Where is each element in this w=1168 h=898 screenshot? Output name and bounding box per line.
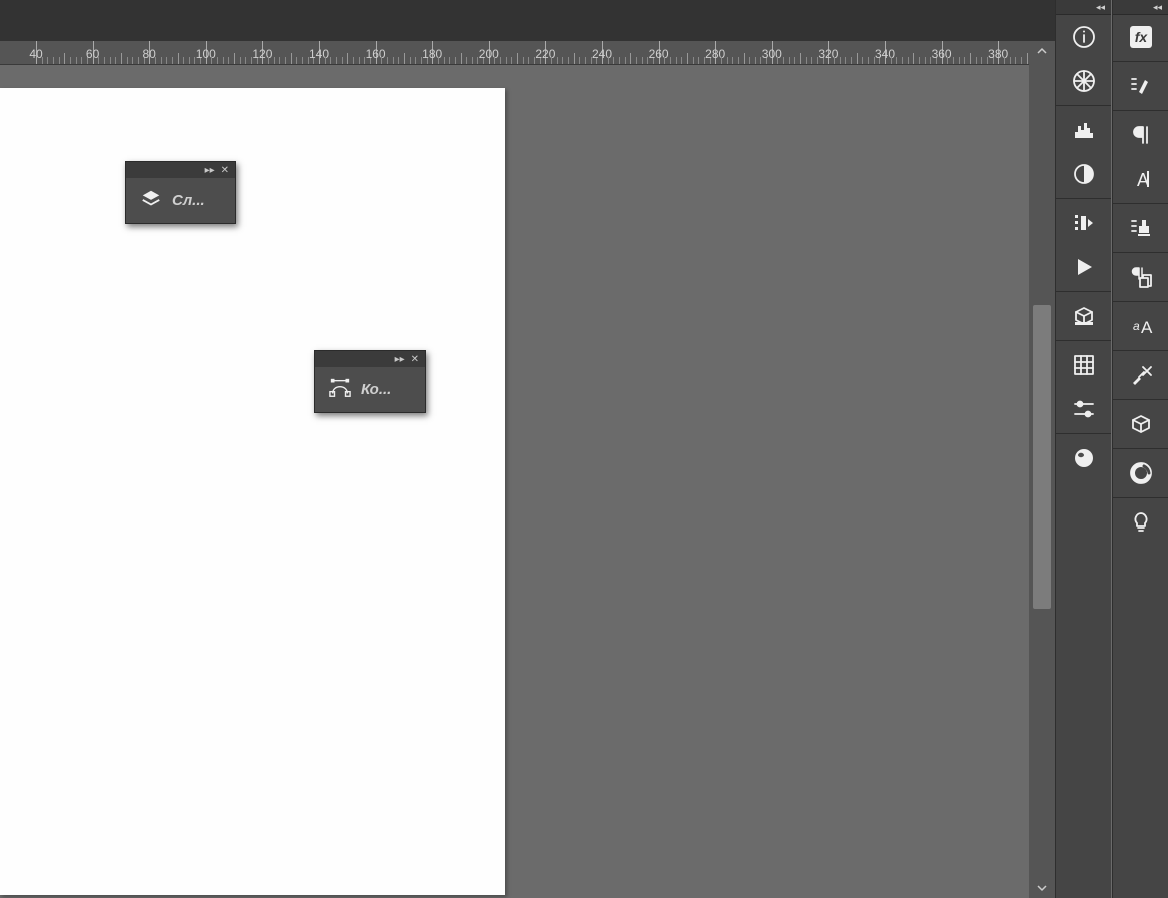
collapse-dock-button[interactable]: ◂◂: [1113, 0, 1168, 15]
ruler-tick-label: 120: [252, 47, 272, 61]
ruler-tick-label: 360: [932, 47, 952, 61]
paragraph-icon[interactable]: [1113, 113, 1168, 157]
sliders-icon[interactable]: [1056, 387, 1111, 431]
dock-column-1: ◂◂: [1055, 0, 1111, 898]
panel-label: Сл...: [172, 192, 205, 209]
ruler-tick-label: 380: [988, 47, 1008, 61]
text-cursor-icon[interactable]: A: [1113, 157, 1168, 201]
panel-label: Ко...: [361, 381, 391, 398]
grid-icon[interactable]: [1056, 343, 1111, 387]
ruler-tick-label: 180: [422, 47, 442, 61]
vertical-scrollbar[interactable]: [1029, 41, 1055, 898]
ruler-tick-label: 140: [309, 47, 329, 61]
bulb-icon[interactable]: [1113, 500, 1168, 544]
floating-panel-paths[interactable]: ▸▸ ✕ Ко...: [314, 350, 426, 413]
3d-icon[interactable]: [1056, 294, 1111, 338]
close-icon[interactable]: ✕: [221, 165, 229, 176]
brush-list-icon[interactable]: [1113, 64, 1168, 108]
ruler-tick-label: 220: [535, 47, 555, 61]
info-icon[interactable]: [1056, 15, 1111, 59]
ruler-tick-label: 200: [479, 47, 499, 61]
dock-column-2: ◂◂ fxAaA: [1112, 0, 1168, 898]
svg-text:fx: fx: [1134, 29, 1148, 45]
actions-icon[interactable]: [1056, 201, 1111, 245]
ruler-tick-label: 80: [143, 47, 156, 61]
sphere-icon[interactable]: [1056, 436, 1111, 480]
play-icon[interactable]: [1056, 245, 1111, 289]
contrast-icon[interactable]: [1056, 152, 1111, 196]
ruler-tick-label: 240: [592, 47, 612, 61]
ruler-tick-label: 100: [196, 47, 216, 61]
ruler-tick-label: 300: [762, 47, 782, 61]
compass-icon[interactable]: [1056, 59, 1111, 103]
scroll-up-icon[interactable]: [1029, 41, 1055, 61]
eyedropper-cross-icon[interactable]: [1113, 353, 1168, 397]
ruler-tick-label: 280: [705, 47, 725, 61]
cube-icon[interactable]: [1113, 402, 1168, 446]
svg-text:a: a: [1133, 319, 1140, 333]
paths-icon: [329, 377, 351, 402]
ruler-tick-label: 160: [366, 47, 386, 61]
top-bar: [0, 0, 1055, 41]
collapse-panel-icon[interactable]: ▸▸: [205, 165, 215, 176]
paragraph-copy-icon[interactable]: [1113, 255, 1168, 299]
close-icon[interactable]: ✕: [411, 354, 419, 365]
collapse-panel-icon[interactable]: ▸▸: [395, 354, 405, 365]
scrollbar-thumb[interactable]: [1033, 305, 1051, 609]
horizontal-ruler[interactable]: 4060801001201401601802002202402602803003…: [0, 41, 1055, 65]
artboard[interactable]: [0, 88, 505, 895]
collapse-dock-button[interactable]: ◂◂: [1056, 0, 1111, 15]
cc-icon[interactable]: [1113, 451, 1168, 495]
floating-panel-layers[interactable]: ▸▸ ✕ Сл...: [125, 161, 236, 224]
ruler-tick-label: 340: [875, 47, 895, 61]
histogram-icon[interactable]: [1056, 108, 1111, 152]
scroll-down-icon[interactable]: [1029, 878, 1055, 898]
stamp-list-icon[interactable]: [1113, 206, 1168, 250]
ruler-tick-label: 320: [818, 47, 838, 61]
svg-text:A: A: [1141, 318, 1153, 337]
layers-icon: [140, 188, 162, 213]
ruler-tick-label: 260: [649, 47, 669, 61]
character-style-icon[interactable]: aA: [1113, 304, 1168, 348]
fx-icon[interactable]: fx: [1113, 15, 1168, 59]
